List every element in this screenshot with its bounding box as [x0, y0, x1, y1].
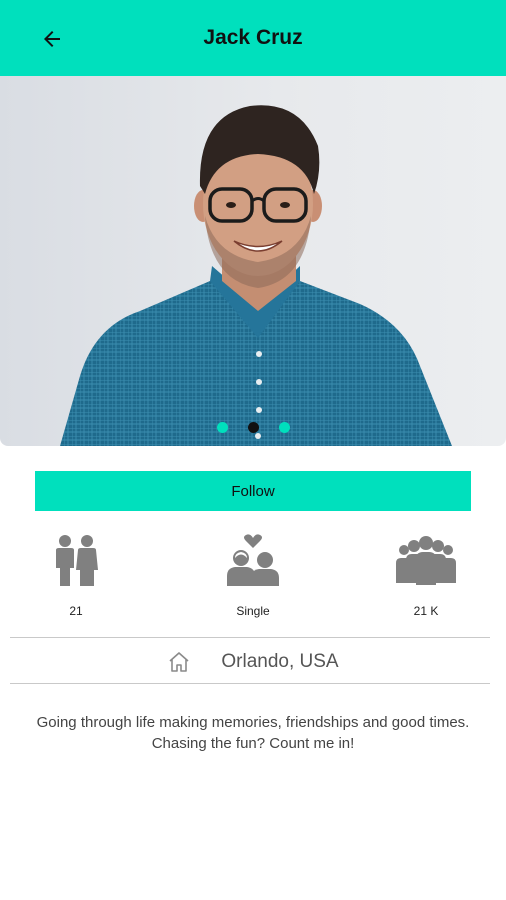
profile-photo[interactable]	[0, 76, 506, 446]
carousel-dot-2[interactable]	[247, 422, 259, 433]
stat-age-value: 21	[69, 604, 83, 618]
page-title: Jack Cruz	[203, 26, 303, 49]
profile-screen: Jack Cruz Follow 21 Single 21 K Orlando,…	[0, 0, 506, 900]
divider-top	[10, 637, 490, 638]
stat-followers: 21 K	[366, 532, 486, 618]
person-illustration	[60, 105, 452, 446]
stat-age: 21	[16, 532, 136, 618]
app-header: Jack Cruz	[0, 0, 506, 76]
home-icon	[169, 652, 189, 672]
stat-relationship-value: Single	[236, 604, 270, 618]
profile-bio: Going through life making memories, frie…	[36, 714, 470, 752]
carousel-dot-3[interactable]	[278, 422, 290, 433]
single-heart-icon	[227, 534, 279, 586]
stat-followers-value: 21 K	[413, 604, 439, 618]
couple-icon	[56, 535, 98, 586]
stat-relationship: Single	[193, 532, 313, 618]
divider-bottom	[10, 683, 490, 684]
group-icon	[396, 536, 456, 585]
carousel-dot-1[interactable]	[216, 422, 228, 433]
location-text: Orlando, USA	[221, 651, 339, 672]
location-row: Orlando, USA	[0, 640, 506, 684]
carousel-indicator	[0, 422, 506, 436]
follow-button[interactable]: Follow	[35, 471, 471, 511]
